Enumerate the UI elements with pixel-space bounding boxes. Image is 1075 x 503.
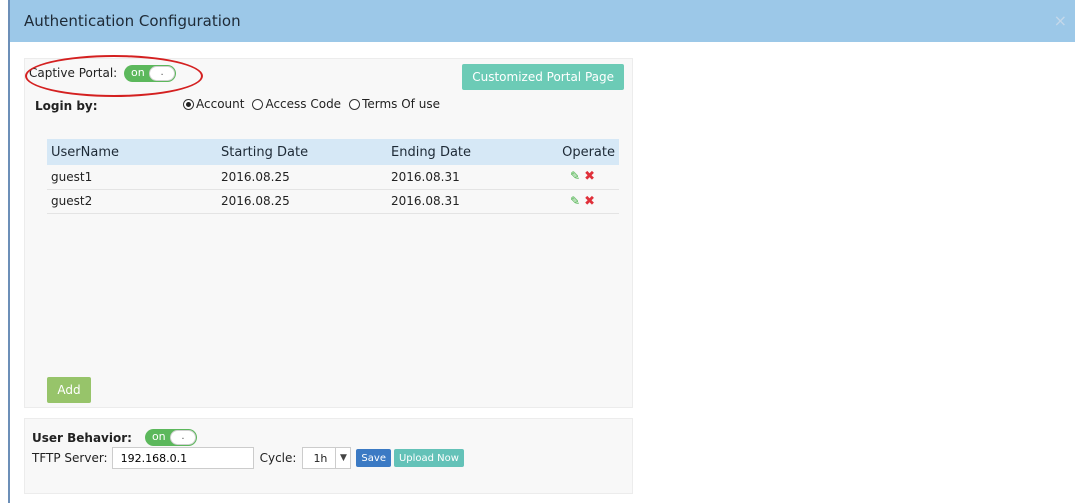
user-behavior-label: User Behavior: [32,430,132,445]
header-ending-date: Ending Date [387,139,537,165]
tftp-server-label: TFTP Server: [32,451,108,465]
cycle-select[interactable]: 1h ▼ [302,447,352,469]
tftp-server-input[interactable] [111,447,254,469]
login-method-radio-group: Account Access Code Terms Of use [183,97,440,111]
radio-terms-of-use[interactable]: Terms Of use [349,97,440,111]
cell-starting-date: 2016.08.25 [217,189,387,214]
table-row: guest2 2016.08.25 2016.08.31 ✎ ✖ [47,189,619,214]
radio-account[interactable]: Account [183,97,244,111]
radio-terms-of-use-label: Terms Of use [362,97,440,111]
user-behavior-toggle-text: on [151,430,166,443]
cell-operate: ✎ ✖ [537,165,619,190]
login-by-label: Login by: [35,99,98,113]
edit-icon[interactable]: ✎ [570,169,580,183]
radio-account-label: Account [196,97,245,111]
radio-terms-of-use-dot [349,98,361,110]
cell-starting-date: 2016.08.25 [217,165,387,190]
captive-portal-label: Captive Portal: [29,66,118,80]
captive-portal-row: Captive Portal: on . [25,55,203,97]
save-button[interactable]: Save [356,449,391,467]
delete-icon[interactable]: ✖ [584,194,595,209]
edit-icon[interactable]: ✎ [570,194,580,208]
add-button[interactable]: Add [47,377,91,403]
radio-access-code[interactable]: Access Code [252,97,341,111]
table-header-row: UserName Starting Date Ending Date Opera… [47,139,619,165]
table-row: guest1 2016.08.25 2016.08.31 ✎ ✖ [47,165,619,190]
chevron-down-icon: ▼ [335,448,350,468]
cell-operate: ✎ ✖ [537,189,619,214]
cycle-select-value: 1h [313,451,328,465]
captive-portal-panel: Captive Portal: on . Customized Portal P… [24,55,633,408]
tftp-row: TFTP Server: Cycle: 1h ▼ Save Upload Now [32,447,464,469]
cell-ending-date: 2016.08.31 [387,189,537,214]
user-behavior-panel: User Behavior: on . TFTP Server: Cycle: … [24,418,633,494]
radio-access-code-label: Access Code [265,97,342,111]
delete-icon[interactable]: ✖ [584,169,595,184]
radio-access-code-dot [252,98,264,110]
cycle-label: Cycle: [259,451,297,465]
user-behavior-toggle-knob: . [169,430,196,445]
radio-account-dot [183,98,194,110]
dialog-titlebar: Authentication Configuration × [10,0,1075,42]
upload-now-button[interactable]: Upload Now [393,449,464,467]
header-username: UserName [47,139,217,165]
cell-ending-date: 2016.08.31 [387,165,537,190]
auth-config-dialog: Authentication Configuration × Captive P… [8,0,1075,503]
header-operate: Operate [537,139,619,165]
cell-username: guest2 [47,189,217,214]
dialog-title: Authentication Configuration [24,12,241,30]
captive-portal-toggle-knob: . [149,66,176,81]
users-table: UserName Starting Date Ending Date Opera… [47,139,619,214]
user-behavior-row: User Behavior: on . [32,429,197,446]
close-icon[interactable]: × [1054,13,1067,29]
user-behavior-toggle[interactable]: on . [144,429,197,446]
captive-portal-toggle[interactable]: on . [124,65,177,82]
header-starting-date: Starting Date [217,139,387,165]
cell-username: guest1 [47,165,217,190]
customized-portal-page-button[interactable]: Customized Portal Page [462,64,624,90]
captive-portal-toggle-text: on [131,66,145,79]
